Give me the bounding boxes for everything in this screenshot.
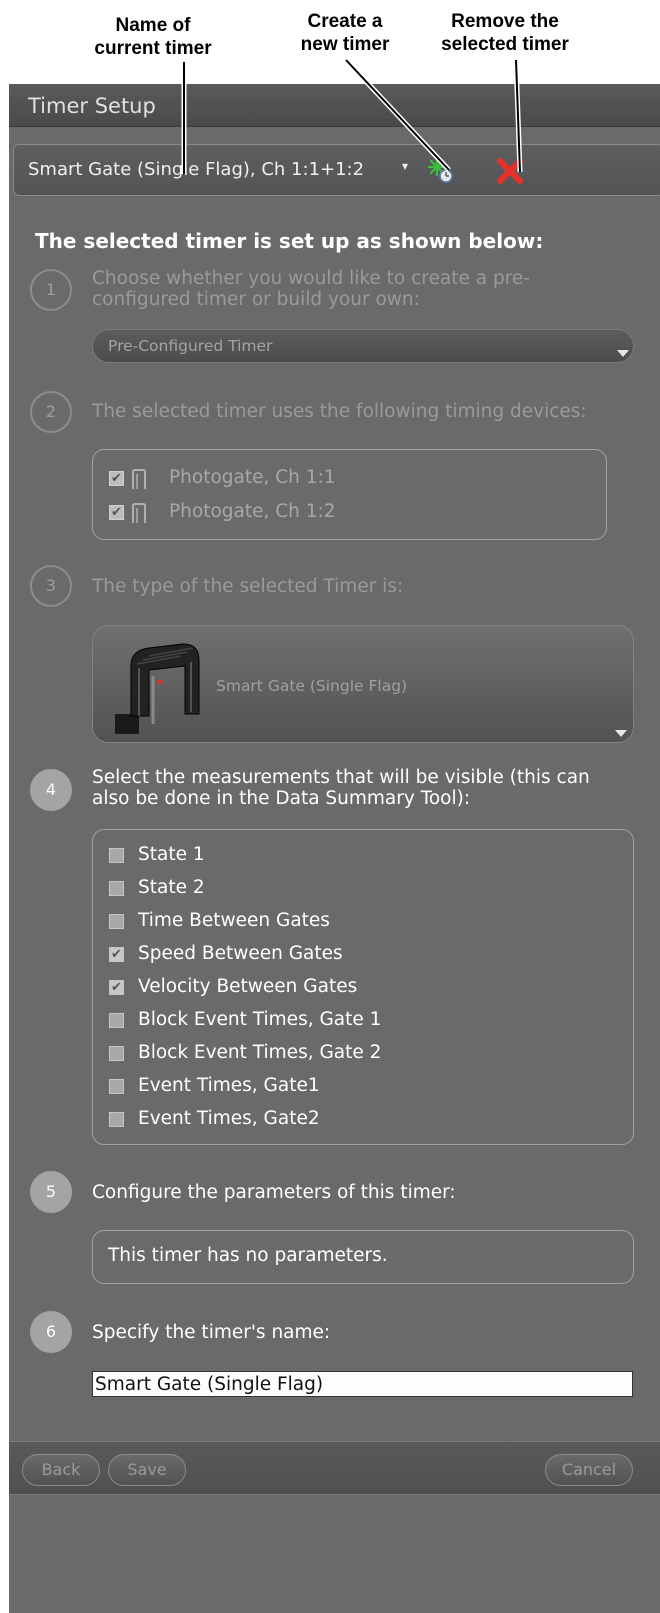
step-2-number: 2 [30,391,72,433]
panel-title: Timer Setup [28,94,156,118]
measurements-box: State 1 State 2 Time Between Gates ✔ Spe… [92,829,634,1145]
current-timer-name[interactable]: Smart Gate (Single Flag), Ch 1:1+1:2 [28,159,364,180]
measurement-checkbox[interactable] [109,1013,124,1028]
step-1-instruction: Choose whether you would like to create … [92,268,530,310]
step-5-instruction: Configure the parameters of this timer: [92,1182,456,1203]
annotation-line: selected timer [441,34,569,55]
measurement-checkbox[interactable] [109,1079,124,1094]
step-1-number: 1 [30,269,72,311]
timing-devices-box: ✔ Photogate, Ch 1:1 ✔ Photogate, Ch 1:2 [92,449,607,540]
measurement-label[interactable]: Speed Between Gates [138,943,343,964]
remove-timer-icon[interactable] [494,155,526,187]
measurement-checkbox[interactable] [109,881,124,896]
annotation-line: current timer [94,38,212,59]
step-3-number: 3 [30,565,72,607]
annotation-line: new timer [300,34,390,55]
timer-mode-dropdown[interactable]: Pre-Configured Timer [92,329,634,363]
device-checkbox[interactable]: ✔ [109,471,124,486]
measurement-label[interactable]: Velocity Between Gates [138,976,357,997]
measurement-label[interactable]: Block Event Times, Gate 2 [138,1042,381,1063]
parameters-message: This timer has no parameters. [108,1245,388,1266]
photogate-icon [132,469,146,489]
measurement-label[interactable]: Event Times, Gate1 [138,1075,320,1096]
measurement-label[interactable]: Block Event Times, Gate 1 [138,1009,381,1030]
annotation-line: Create a [307,11,383,32]
step-3-instruction: The type of the selected Timer is: [92,576,404,597]
setup-heading: The selected timer is set up as shown be… [35,229,544,253]
device-checkbox[interactable]: ✔ [109,505,124,520]
save-button[interactable]: Save [108,1454,186,1486]
measurement-label[interactable]: Event Times, Gate2 [138,1108,320,1129]
annotation-name-of-current-timer: Name of current timer [86,14,220,60]
back-button[interactable]: Back [22,1454,100,1486]
measurement-checkbox[interactable] [109,848,124,863]
chevron-down-icon[interactable] [615,730,627,737]
annotation-create-new-timer: Create a new timer [285,10,405,56]
panel-footer: Back Save Cancel [9,1441,660,1495]
step-5-number: 5 [30,1171,72,1213]
step-4-instruction: Select the measurements that will be vis… [92,767,590,809]
step-4-number: 4 [30,769,72,811]
measurement-label[interactable]: State 1 [138,844,205,865]
measurement-label[interactable]: Time Between Gates [138,910,330,931]
annotation-remove-selected-timer: Remove the selected timer [430,10,580,56]
timer-selector[interactable]: Smart Gate (Single Flag), Ch 1:1+1:2 ▾ [13,144,660,196]
measurement-label[interactable]: State 2 [138,877,205,898]
measurement-checkbox[interactable] [109,1046,124,1061]
annotation-line: Name of [115,15,191,36]
timer-mode-value[interactable]: Pre-Configured Timer [108,337,272,355]
measurement-checkbox[interactable] [109,1112,124,1127]
parameters-box: This timer has no parameters. [92,1230,634,1284]
step-2-instruction: The selected timer uses the following ti… [92,401,587,422]
smart-gate-image [115,643,200,734]
timer-type-selector[interactable]: Smart Gate (Single Flag) [92,625,634,743]
measurement-checkbox[interactable]: ✔ [109,947,124,962]
device-label: Photogate, Ch 1:2 [169,501,336,522]
step-6-instruction: Specify the timer's name: [92,1322,331,1343]
timer-setup-panel: Timer Setup Smart Gate (Single Flag), Ch… [9,84,660,1613]
step-1-line: configured timer or build your own: [92,289,420,310]
measurement-checkbox[interactable]: ✔ [109,980,124,995]
step-1-line: Choose whether you would like to create … [92,268,530,289]
cancel-button[interactable]: Cancel [545,1454,633,1486]
photogate-icon [132,503,146,523]
step-6-number: 6 [30,1311,72,1353]
timer-name-input[interactable] [92,1371,633,1397]
step-4-line: Select the measurements that will be vis… [92,767,590,788]
step-4-line: also be done in the Data Summary Tool): [92,788,471,809]
timer-selector-caret-icon[interactable]: ▾ [402,159,408,173]
chevron-down-icon[interactable] [617,350,629,357]
measurement-checkbox[interactable] [109,914,124,929]
timer-type-label[interactable]: Smart Gate (Single Flag) [216,677,407,695]
annotation-line: Remove the [451,11,559,32]
device-label: Photogate, Ch 1:1 [169,467,336,488]
new-timer-icon[interactable] [427,157,455,185]
panel-titlebar: Timer Setup [9,84,660,127]
